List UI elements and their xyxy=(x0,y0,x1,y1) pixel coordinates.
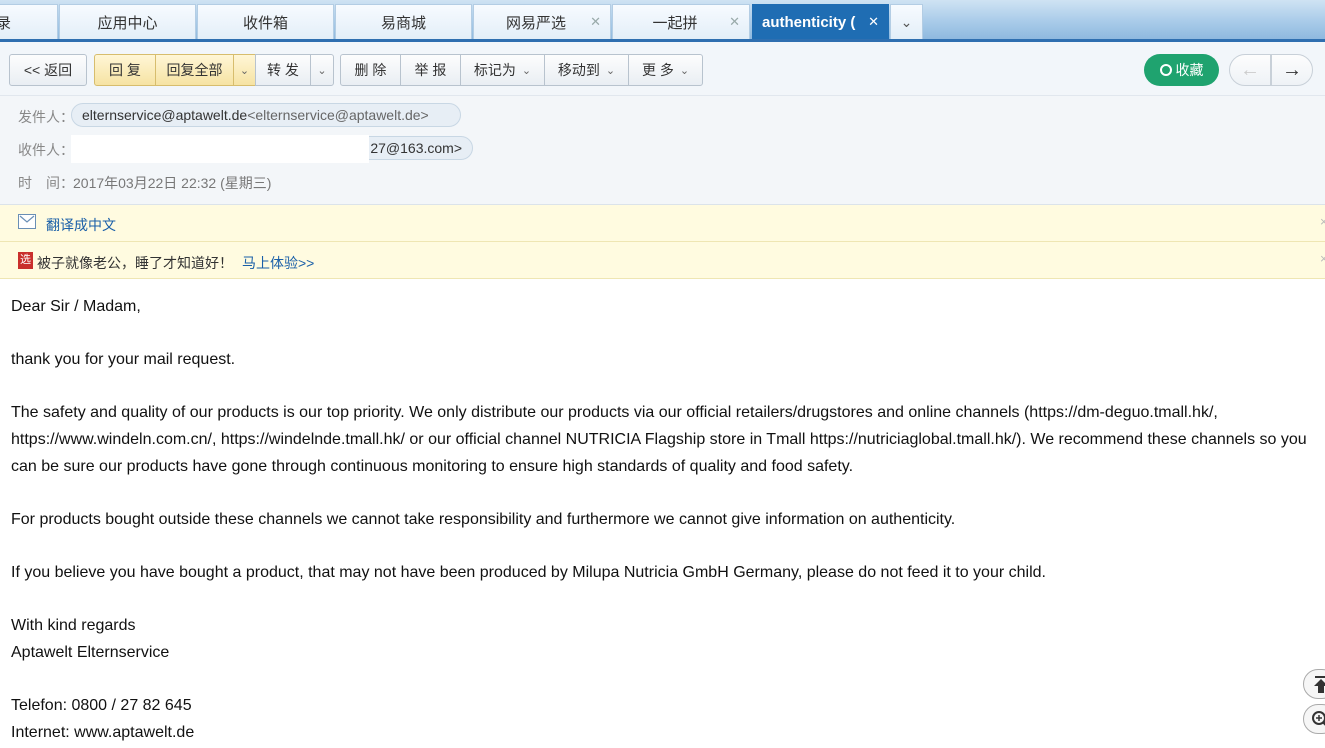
tab-label: 网易严选 xyxy=(505,14,566,32)
paragraph: The safety and quality of our products i… xyxy=(11,404,1307,475)
back-button[interactable]: << 返回 xyxy=(9,54,87,86)
chevron-down-icon: ⌄ xyxy=(679,64,690,77)
recipient-address: 27@163.com> xyxy=(370,140,462,156)
time-label: 时 间： xyxy=(18,175,74,191)
closing: With kind regards xyxy=(11,617,136,634)
tab-label: 一起拼 xyxy=(652,14,698,32)
website: Internet: www.aptawelt.de xyxy=(11,724,195,741)
close-icon[interactable]: ✕ xyxy=(729,14,740,30)
to-label: 收件人： xyxy=(18,142,74,158)
tab-mall[interactable]: 易商城 xyxy=(335,4,472,39)
close-icon[interactable]: × xyxy=(1320,214,1325,229)
ad-link[interactable]: 马上体验>> xyxy=(242,253,314,273)
more-button[interactable]: 更 多 ⌄ xyxy=(628,54,703,86)
reply-button[interactable]: 回 复 xyxy=(94,54,156,86)
tab-yanxuan[interactable]: 网易严选 ✕ xyxy=(473,4,611,39)
arrow-left-icon: ← xyxy=(1240,58,1260,81)
chevron-down-icon: ⌄ xyxy=(605,64,616,77)
sender-name: elternservice@aptawelt.de xyxy=(82,107,248,123)
paragraph: If you believe you have bought a product… xyxy=(11,564,1046,581)
sender-chip[interactable]: elternservice@aptawelt.de <elternservice@… xyxy=(71,103,461,127)
collect-label: 收藏 xyxy=(1175,62,1204,78)
from-label: 发件人： xyxy=(18,109,74,125)
tab-label: 录 xyxy=(0,14,11,32)
reply-all-button[interactable]: 回复全部 xyxy=(155,54,234,86)
tab-inbox[interactable]: 收件箱 xyxy=(197,4,334,39)
bookmark-icon xyxy=(1159,64,1172,76)
tab-app-center[interactable]: 应用中心 xyxy=(59,4,196,39)
redaction-mask xyxy=(71,135,369,163)
zoom-in-icon xyxy=(1312,711,1325,726)
mark-as-button[interactable]: 标记为 ⌄ xyxy=(460,54,545,86)
chevron-down-icon: ⌄ xyxy=(317,64,327,77)
tab-label: 应用中心 xyxy=(97,14,158,32)
signature: Aptawelt Elternservice xyxy=(11,644,170,661)
paragraph: For products bought outside these channe… xyxy=(11,511,956,528)
prev-mail-button[interactable]: ← xyxy=(1229,54,1271,86)
tab-bar: 录 应用中心 收件箱 易商城 网易严选 ✕ 一起拼 ✕ authenticity (… xyxy=(0,0,1325,42)
tab-list-dropdown[interactable]: ⌄ xyxy=(890,4,923,39)
tab-yiqipin[interactable]: 一起拼 ✕ xyxy=(612,4,750,39)
arrow-up-icon xyxy=(1314,676,1325,693)
tab-label: 收件箱 xyxy=(242,14,288,32)
paragraph: thank you for your mail request. xyxy=(11,351,236,368)
delete-button[interactable]: 删 除 xyxy=(340,54,401,86)
reply-all-dropdown[interactable]: ⌄ xyxy=(233,54,256,86)
back-to-top-button[interactable] xyxy=(1303,669,1325,699)
next-mail-button[interactable]: → xyxy=(1271,54,1313,86)
chevron-down-icon: ⌄ xyxy=(521,64,532,77)
forward-button[interactable]: 转 发 xyxy=(255,54,311,86)
sender-address: <elternservice@aptawelt.de> xyxy=(247,107,429,123)
translate-link[interactable]: 翻译成中文 xyxy=(46,215,116,235)
mail-body: Dear Sir / Madam, thank you for your mai… xyxy=(11,293,1321,746)
translate-bar: 翻译成中文 × xyxy=(0,205,1325,242)
envelope-icon xyxy=(18,214,36,229)
phone: Telefon: 0800 / 27 82 645 xyxy=(11,697,192,714)
zoom-button[interactable] xyxy=(1303,704,1325,734)
close-icon[interactable]: ✕ xyxy=(868,14,879,30)
mail-header: 发件人： elternservice@aptawelt.de <elternser… xyxy=(0,96,1325,205)
tab-label: 易商城 xyxy=(380,14,426,32)
more-label: 更 多 xyxy=(641,62,674,78)
close-icon[interactable]: × xyxy=(1320,251,1325,266)
mail-time: 2017年03月22日 22:32 (星期三) xyxy=(73,175,272,191)
ad-text: 被子就像老公，睡了才知道好！ xyxy=(37,255,233,271)
tab-label: authenticity ( xyxy=(762,13,856,31)
chevron-down-icon: ⌄ xyxy=(239,64,250,77)
arrow-right-icon: → xyxy=(1282,58,1302,81)
mark-as-label: 标记为 xyxy=(473,62,516,78)
forward-dropdown[interactable]: ⌄ xyxy=(310,54,334,86)
tab-authenticity[interactable]: authenticity ( ✕ xyxy=(752,4,889,39)
yanxuan-logo-icon: 选 xyxy=(18,252,33,269)
greeting: Dear Sir / Madam, xyxy=(11,298,141,315)
close-icon[interactable]: ✕ xyxy=(590,14,601,30)
mail-toolbar: << 返回 回 复 回复全部 ⌄ 转 发 ⌄ 删 除 举 报 标记为 ⌄ 移动到 ⌄… xyxy=(0,42,1325,96)
report-button[interactable]: 举 报 xyxy=(400,54,461,86)
chevron-down-icon: ⌄ xyxy=(900,13,913,30)
move-to-label: 移动到 xyxy=(557,62,600,78)
collect-button[interactable]: 收藏 xyxy=(1144,54,1219,86)
tab-login[interactable]: 录 xyxy=(0,4,58,39)
ad-bar: 选 被子就像老公，睡了才知道好！ 马上体验>> × xyxy=(0,242,1325,279)
move-to-button[interactable]: 移动到 ⌄ xyxy=(544,54,629,86)
